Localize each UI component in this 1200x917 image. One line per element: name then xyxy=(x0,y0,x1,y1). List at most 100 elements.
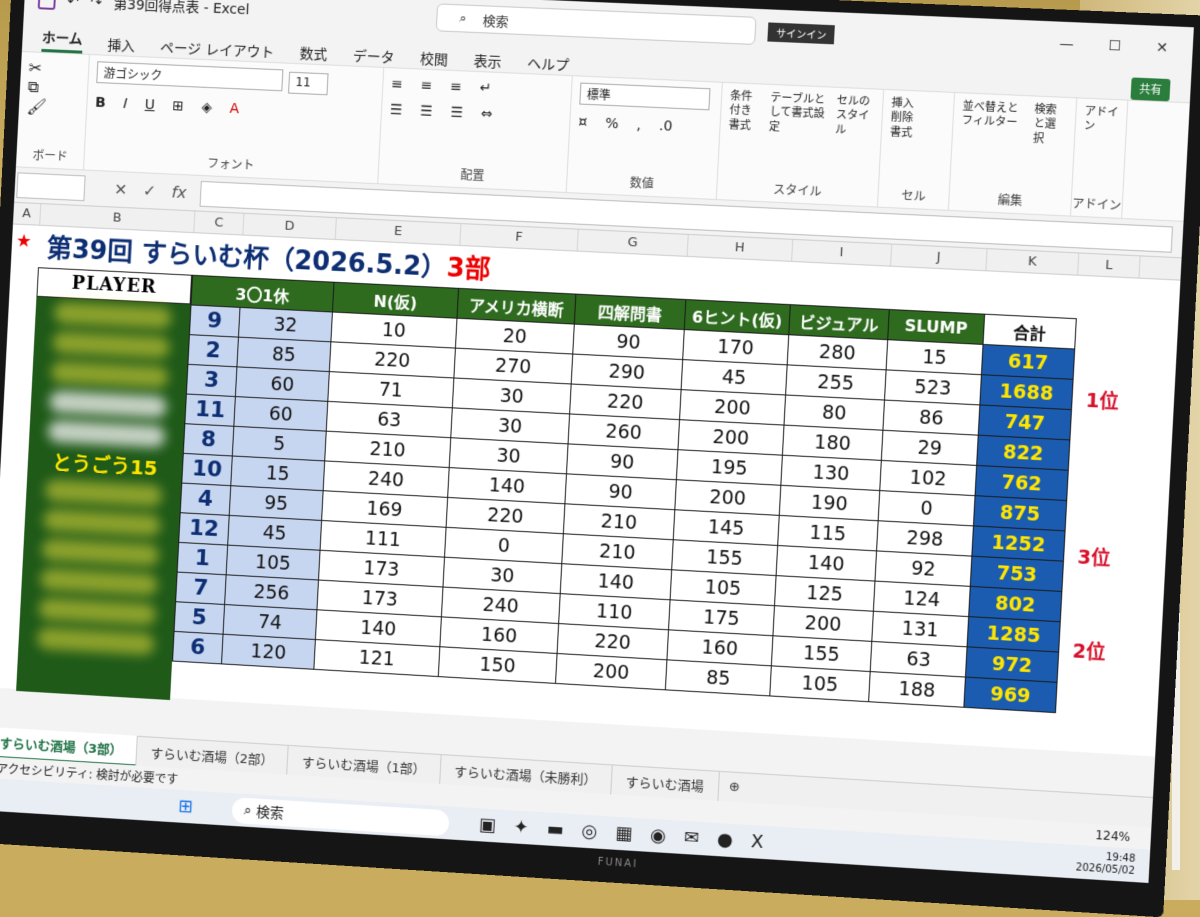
redo-icon[interactable]: ↷ xyxy=(90,0,102,11)
task-view-icon[interactable]: ▣ xyxy=(478,814,496,836)
edge-icon[interactable]: ◎ xyxy=(581,821,598,843)
signin-button[interactable]: サインイン xyxy=(767,21,836,44)
score-cell[interactable]: 120 xyxy=(221,634,316,670)
worksheet-grid[interactable]: ★ 第39回 すらいむ杯（2026.5.2）3部 PLAYER とうごう15 3… xyxy=(0,224,1181,757)
copilot-icon[interactable]: ✦ xyxy=(513,816,529,838)
order-cell[interactable]: 8 xyxy=(183,423,234,456)
share-button[interactable]: 共有 xyxy=(1130,77,1171,102)
score-cell[interactable]: 5 xyxy=(232,426,327,461)
align-top-icon[interactable]: ≡ xyxy=(391,76,403,92)
cut-icon[interactable]: ✂ xyxy=(28,58,81,79)
order-cell[interactable]: 2 xyxy=(187,334,239,367)
undo-icon[interactable]: ↶ xyxy=(67,0,79,10)
order-cell[interactable]: 11 xyxy=(184,394,236,427)
order-cell[interactable]: 10 xyxy=(181,453,233,486)
discord-icon[interactable]: ◉ xyxy=(650,825,667,847)
align-bottom-icon[interactable]: ≡ xyxy=(450,79,462,95)
order-cell[interactable]: 9 xyxy=(189,304,241,338)
total-cell[interactable]: 875 xyxy=(973,495,1067,531)
comma-icon[interactable]: , xyxy=(636,117,641,133)
header-cell[interactable]: SLUMP xyxy=(887,309,985,345)
order-cell[interactable]: 3 xyxy=(186,364,237,397)
tab-formulas[interactable]: 数式 xyxy=(299,43,328,64)
underline-button[interactable]: U xyxy=(144,97,155,113)
merge-icon[interactable]: ⇔ xyxy=(480,106,492,122)
zoom-level[interactable]: 124% xyxy=(1095,828,1131,844)
search-input[interactable]: ⌕ 検索 xyxy=(436,3,757,45)
order-cell[interactable]: 12 xyxy=(178,512,230,546)
decimal-icon[interactable]: .0 xyxy=(659,118,673,135)
close-icon[interactable]: ✕ xyxy=(1156,40,1169,57)
tab-view[interactable]: 表示 xyxy=(473,51,502,72)
font-size-select[interactable]: 11 xyxy=(288,71,329,96)
font-name-select[interactable]: 游ゴシック xyxy=(96,61,284,92)
format-cells-button[interactable]: 書式 xyxy=(890,125,944,142)
column-header[interactable]: C xyxy=(194,211,245,235)
border-icon[interactable]: ⊞ xyxy=(172,98,184,114)
column-header[interactable]: K xyxy=(986,249,1080,275)
score-cell[interactable]: 105 xyxy=(769,665,871,702)
order-cell[interactable]: 4 xyxy=(180,483,231,516)
score-cell[interactable]: 32 xyxy=(238,307,333,342)
windows-start-icon[interactable]: ⊞ xyxy=(178,796,194,818)
score-cell[interactable]: 150 xyxy=(438,646,558,684)
confirm-icon[interactable]: ✓ xyxy=(142,181,156,200)
tab-data[interactable]: データ xyxy=(352,46,395,68)
column-header[interactable]: L xyxy=(1078,253,1141,278)
total-cell[interactable]: 762 xyxy=(975,465,1069,501)
bold-button[interactable]: B xyxy=(95,95,106,111)
italic-button[interactable]: I xyxy=(123,96,128,112)
function-icon[interactable]: fx xyxy=(171,183,187,202)
fill-color-icon[interactable]: ◈ xyxy=(201,100,212,116)
total-cell[interactable]: 617 xyxy=(981,344,1075,380)
total-cell[interactable]: 969 xyxy=(963,677,1058,713)
wrap-text-icon[interactable]: ↵ xyxy=(479,80,491,96)
currency-icon[interactable]: ¤ xyxy=(578,115,588,131)
score-cell[interactable]: 121 xyxy=(313,639,440,677)
score-cell[interactable]: 188 xyxy=(868,671,966,708)
font-color-icon[interactable]: A xyxy=(229,101,239,117)
store-icon[interactable]: ▦ xyxy=(615,823,633,845)
number-format-select[interactable]: 標準 xyxy=(579,82,711,111)
total-header-cell[interactable]: 合計 xyxy=(983,314,1077,350)
tab-review[interactable]: 校閲 xyxy=(420,49,449,70)
align-left-icon[interactable]: ☰ xyxy=(390,102,403,118)
score-cell[interactable]: 523 xyxy=(884,369,982,405)
chrome-icon[interactable]: ● xyxy=(717,829,734,851)
folder-icon[interactable]: ▬ xyxy=(546,819,564,841)
score-cell[interactable]: 85 xyxy=(665,659,772,696)
cancel-icon[interactable]: ✕ xyxy=(114,180,128,199)
score-cell[interactable]: 86 xyxy=(882,400,980,436)
percent-icon[interactable]: % xyxy=(605,116,619,133)
score-cell[interactable]: 85 xyxy=(236,337,331,372)
add-sheet-icon[interactable]: ⊕ xyxy=(728,779,740,795)
order-cell[interactable]: 7 xyxy=(175,572,227,605)
column-header[interactable]: D xyxy=(243,213,337,240)
minimize-icon[interactable]: — xyxy=(1059,36,1074,53)
score-cell[interactable]: 60 xyxy=(235,366,330,402)
tab-help[interactable]: ヘルプ xyxy=(527,53,570,75)
total-cell[interactable]: 822 xyxy=(976,435,1070,471)
system-clock[interactable]: 19:48 2026/05/02 xyxy=(1075,850,1135,878)
copy-icon[interactable]: ⧉ xyxy=(27,77,80,99)
outlook-icon[interactable]: ✉ xyxy=(683,827,699,849)
maximize-icon[interactable]: ☐ xyxy=(1108,38,1122,55)
total-cell[interactable]: 1688 xyxy=(979,374,1074,410)
order-cell[interactable]: 1 xyxy=(177,542,228,575)
column-header[interactable]: A xyxy=(12,202,42,225)
align-middle-icon[interactable]: ≡ xyxy=(420,78,432,94)
tab-insert[interactable]: 挿入 xyxy=(107,35,135,56)
score-cell[interactable]: 60 xyxy=(233,396,328,432)
tab-home[interactable]: ホーム xyxy=(41,27,84,54)
score-cell[interactable]: 29 xyxy=(881,430,979,466)
addin-button[interactable]: アドイン xyxy=(1084,105,1119,135)
order-cell[interactable]: 6 xyxy=(172,631,224,664)
order-cell[interactable]: 5 xyxy=(174,601,225,635)
total-cell[interactable]: 747 xyxy=(978,404,1072,440)
score-cell[interactable]: 280 xyxy=(787,334,888,370)
header-cell[interactable]: ビジュアル xyxy=(788,304,890,340)
score-cell[interactable]: 15 xyxy=(886,339,984,375)
format-painter-icon[interactable]: 🖌 xyxy=(26,97,79,118)
name-box[interactable] xyxy=(16,171,86,201)
excel-taskbar-icon[interactable]: X xyxy=(750,831,764,853)
